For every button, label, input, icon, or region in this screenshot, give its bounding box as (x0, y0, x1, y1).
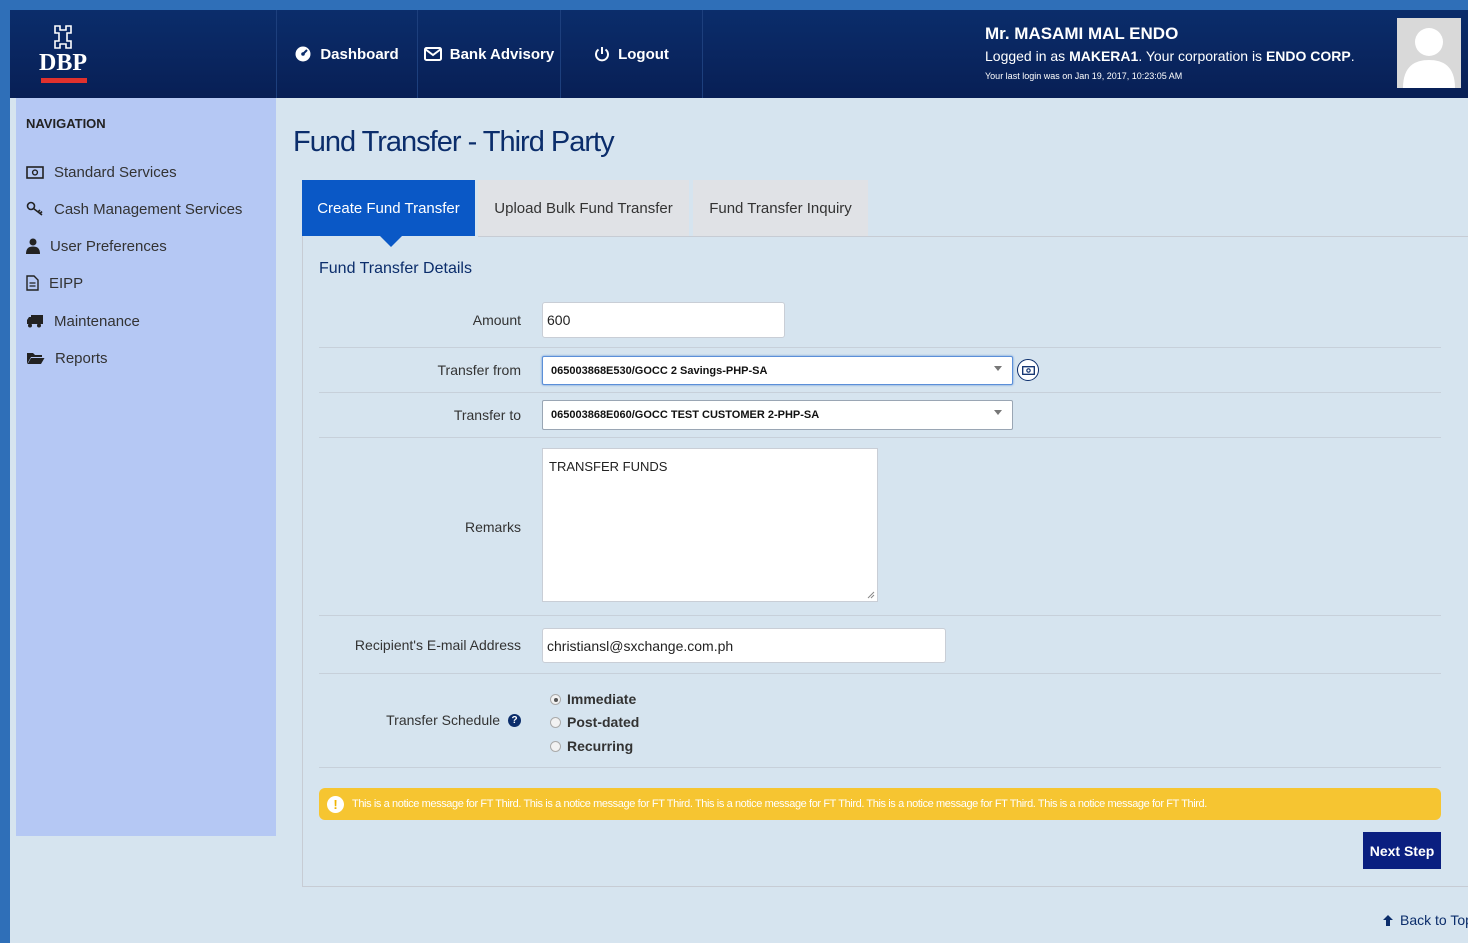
sidebar-item-cash-management[interactable]: Cash Management Services (26, 198, 242, 220)
nav-logout-label: Logout (618, 45, 669, 63)
nav-bank-advisory-button[interactable]: Bank Advisory (418, 10, 561, 98)
tab-fund-transfer-inquiry[interactable]: Fund Transfer Inquiry (693, 180, 868, 236)
row-separator (319, 767, 1441, 768)
transfer-from-select[interactable]: 065003868E530/GOCC 2 Savings-PHP-SA (542, 356, 1013, 385)
chevron-down-icon (994, 366, 1002, 371)
radio-button[interactable] (550, 740, 561, 752)
folder-icon (27, 353, 45, 364)
sidebar-item-label: EIPP (49, 274, 84, 292)
nav-divider (702, 10, 703, 98)
money-icon (1021, 365, 1035, 375)
sidebar-item-maintenance[interactable]: Maintenance (26, 310, 140, 332)
notice-banner: ! This is a notice message for FT Third.… (319, 788, 1441, 820)
logo-underline (41, 78, 87, 83)
warning-icon: ! (327, 795, 344, 813)
nav-dashboard-button[interactable]: Dashboard (276, 10, 418, 98)
corp-prefix: . Your corporation is (1138, 48, 1263, 64)
app-frame: DBP Dashboard Bank Advisory Logout Mr. M… (10, 10, 1468, 943)
account-balance-button[interactable] (1017, 359, 1039, 381)
sidebar-title: NAVIGATION (26, 116, 106, 131)
user-login-line: Logged in as MAKERA1. Your corporation i… (985, 48, 1355, 64)
transfer-to-value: 065003868E060/GOCC TEST CUSTOMER 2-PHP-S… (551, 409, 820, 421)
amount-label: Amount (472, 312, 521, 328)
sidebar-item-standard-services[interactable]: Standard Services (26, 161, 177, 183)
corp-suffix: . (1350, 48, 1355, 64)
transfer-to-label: Transfer to (453, 407, 521, 423)
resize-handle-icon[interactable] (867, 591, 875, 599)
money-icon (26, 165, 44, 179)
help-icon[interactable]: ? (508, 713, 521, 727)
tab-create-fund-transfer[interactable]: Create Fund Transfer (302, 180, 475, 236)
row-separator (319, 437, 1441, 438)
logged-prefix: Logged in as (985, 48, 1066, 64)
sidebar-item-label: User Preferences (50, 237, 167, 255)
transfer-from-value: 065003868E530/GOCC 2 Savings-PHP-SA (551, 364, 768, 377)
tab-upload-bulk-fund-transfer[interactable]: Upload Bulk Fund Transfer (478, 180, 689, 236)
avatar[interactable] (1397, 18, 1461, 88)
next-step-button[interactable]: Next Step (1363, 832, 1441, 869)
power-icon (595, 47, 610, 62)
row-separator (319, 673, 1441, 674)
document-icon (26, 275, 39, 291)
radio-button[interactable] (550, 716, 561, 728)
sidebar-item-user-preferences[interactable]: User Preferences (26, 235, 167, 257)
sidebar-item-label: Reports (55, 349, 108, 367)
sidebar-item-eipp[interactable]: EIPP (26, 272, 83, 294)
nav-logout-button[interactable]: Logout (561, 10, 703, 98)
sidebar-item-label: Maintenance (54, 312, 140, 330)
remarks-textarea[interactable]: TRANSFER FUNDS (542, 448, 878, 602)
row-separator (319, 347, 1441, 348)
username: MAKERA1 (1069, 48, 1139, 64)
arrow-up-icon (1383, 914, 1393, 926)
transfer-from-label: Transfer from (437, 362, 522, 378)
sidebar-item-label: Standard Services (54, 163, 177, 181)
user-icon (26, 238, 40, 254)
transfer-schedule-label-row: Transfer Schedule ? (386, 712, 521, 728)
section-title: Fund Transfer Details (319, 260, 472, 277)
radio-button[interactable] (550, 693, 561, 705)
last-login: Your last login was on Jan 19, 2017, 10:… (985, 71, 1183, 81)
logo-text: DBP (39, 50, 87, 76)
avatar-user-icon (1403, 28, 1455, 88)
page-title: Fund Transfer - Third Party (293, 126, 615, 158)
schedule-option-label: Immediate (567, 691, 637, 707)
email-input[interactable]: christiansl@sxchange.com.ph (542, 628, 946, 663)
envelope-icon (423, 47, 442, 61)
logo-emblem-icon (54, 25, 72, 49)
email-label: Recipient's E-mail Address (354, 637, 521, 653)
schedule-option-label: Recurring (567, 738, 634, 754)
back-to-top-label: Back to Top (1400, 912, 1468, 928)
transfer-to-select[interactable]: 065003868E060/GOCC TEST CUSTOMER 2-PHP-S… (542, 400, 1013, 430)
user-info: Mr. MASAMI MAL ENDO Logged in as MAKERA1… (985, 24, 1355, 81)
row-separator (319, 615, 1441, 616)
dbp-logo: DBP (39, 22, 87, 88)
key-icon (26, 201, 43, 216)
amount-input[interactable]: 600 (542, 302, 785, 338)
nav-dashboard-label: Dashboard (320, 45, 399, 63)
dashboard-icon (295, 46, 311, 62)
sidebar-item-reports[interactable]: Reports (26, 347, 108, 369)
sidebar: NAVIGATION Standard Services Cash Manage… (16, 98, 276, 836)
schedule-option-immediate[interactable]: Immediate (550, 691, 636, 707)
remarks-label: Remarks (464, 519, 521, 535)
top-bar: DBP Dashboard Bank Advisory Logout Mr. M… (10, 10, 1468, 98)
nav-bank-advisory-label: Bank Advisory (449, 45, 555, 63)
chevron-down-icon (994, 410, 1002, 415)
back-to-top-link[interactable]: Back to Top (1382, 912, 1468, 928)
schedule-option-recurring[interactable]: Recurring (550, 738, 633, 754)
corporation: ENDO CORP (1265, 48, 1351, 64)
notice-text: This is a notice message for FT Third. T… (352, 798, 1207, 810)
logo[interactable]: DBP (16, 10, 277, 98)
truck-icon (27, 315, 43, 328)
schedule-option-post-dated[interactable]: Post-dated (550, 714, 639, 730)
remarks-value: TRANSFER FUNDS (549, 459, 668, 474)
schedule-option-label: Post-dated (567, 714, 640, 730)
user-name: Mr. MASAMI MAL ENDO (985, 24, 1179, 43)
row-separator (319, 392, 1441, 393)
transfer-schedule-label: Transfer Schedule (386, 712, 500, 728)
sidebar-item-label: Cash Management Services (54, 200, 243, 218)
